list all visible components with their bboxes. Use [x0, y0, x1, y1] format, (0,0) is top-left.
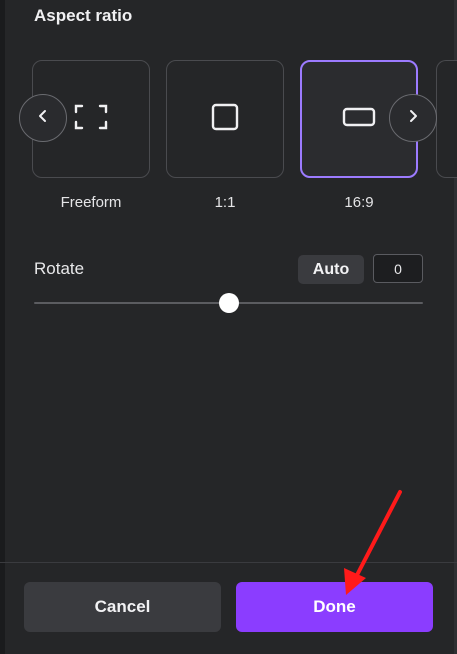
aspect-option-next-partial[interactable] — [436, 60, 457, 178]
rotate-slider-thumb[interactable] — [218, 293, 239, 313]
carousel-prev-button[interactable] — [19, 94, 67, 142]
left-divider — [0, 0, 5, 654]
crop-panel: Aspect ratio Freeform 1:1 16:9 Rotate Au… — [0, 0, 457, 654]
aspect-label-1-1: 1:1 — [214, 194, 236, 211]
rotate-value-input[interactable] — [373, 254, 423, 283]
aspect-label-freeform: Freeform — [60, 194, 122, 211]
chevron-left-icon — [36, 109, 50, 128]
section-title: Aspect ratio — [34, 6, 133, 25]
footer-divider — [0, 562, 457, 563]
aspect-option-1-1[interactable] — [166, 60, 284, 178]
wide-rectangle-icon — [341, 106, 377, 133]
freeform-crop-icon — [74, 104, 108, 135]
done-button[interactable]: Done — [236, 582, 433, 632]
chevron-right-icon — [406, 109, 420, 128]
carousel-next-button[interactable] — [389, 94, 437, 142]
square-icon — [210, 102, 240, 137]
cancel-button[interactable]: Cancel — [24, 582, 221, 632]
auto-rotate-button[interactable]: Auto — [298, 255, 364, 284]
rotate-label: Rotate — [34, 259, 85, 278]
aspect-label-16-9: 16:9 — [344, 194, 374, 211]
